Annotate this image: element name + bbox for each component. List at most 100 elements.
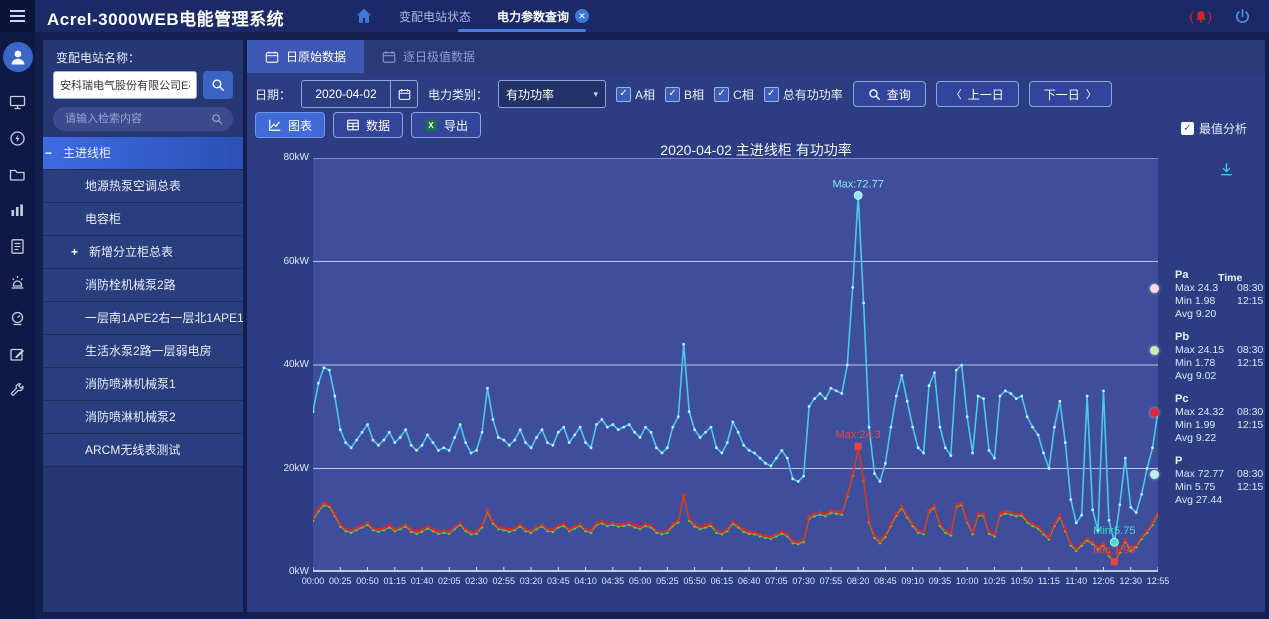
app-root: Acrel-3000WEB电能管理系统 变配电站状态 电力参数查询 ✕ () 变… bbox=[0, 0, 1269, 619]
monitor-icon[interactable] bbox=[9, 94, 26, 111]
close-tab-icon[interactable]: ✕ bbox=[575, 9, 589, 23]
chart-title: 2020-04-02 主进线柜 有功功率 bbox=[247, 140, 1265, 160]
bar-chart-icon[interactable] bbox=[9, 202, 26, 219]
legend-stat-row: Avg 9.02 bbox=[1175, 370, 1268, 383]
query-button-label: 查询 bbox=[887, 86, 911, 103]
phase-checkbox-label: A相 bbox=[635, 86, 655, 103]
line-chart-icon bbox=[268, 118, 282, 132]
chart-view-button[interactable]: 图表 bbox=[255, 112, 325, 138]
prev-day-button[interactable]: 〈 上一日 bbox=[936, 81, 1019, 107]
alarm-icon[interactable] bbox=[9, 274, 26, 291]
checkbox-check-icon: ✓ bbox=[616, 87, 631, 102]
legend-stat-row: Max 72.7708:30 bbox=[1175, 468, 1268, 481]
tree-item-label: 消防喷淋机械泵1 bbox=[85, 377, 176, 391]
excel-icon: X bbox=[424, 118, 438, 132]
phase-checkbox[interactable]: ✓B相 bbox=[665, 86, 704, 103]
header-tab-station-status[interactable]: 变配电站状态 bbox=[399, 8, 471, 25]
phase-checkboxes: ✓ A相 ✓B相 ✓C相 ✓总有功功率 bbox=[616, 86, 843, 103]
power-chart-svg[interactable]: Max:72.77Max:24.3Min:5.75Min:1.99 bbox=[313, 158, 1158, 572]
energy-icon[interactable] bbox=[9, 130, 26, 147]
download-icon[interactable] bbox=[1219, 162, 1234, 182]
tree-item[interactable]: ARCM无线表测试 bbox=[43, 434, 243, 467]
date-label: 日期： bbox=[255, 86, 291, 103]
tree-item-label: 生活水泵2路一层弱电房 bbox=[85, 344, 212, 358]
tab-daily-extremes-data[interactable]: 逐日极值数据 bbox=[364, 40, 493, 73]
avatar[interactable] bbox=[3, 42, 33, 72]
tree-item[interactable]: 消防喷淋机械泵2 bbox=[43, 401, 243, 434]
export-label: 导出 bbox=[444, 117, 468, 134]
phase-checkbox[interactable]: ✓总有功功率 bbox=[764, 86, 843, 103]
tree-item[interactable]: 地源热泵空调总表 bbox=[43, 170, 243, 203]
search-icon bbox=[211, 78, 225, 92]
tree-item-label: 新增分立柜总表 bbox=[89, 245, 173, 259]
phase-checkbox[interactable]: ✓ A相 bbox=[616, 86, 655, 103]
calendar-button[interactable] bbox=[390, 81, 417, 107]
chart-view-label: 图表 bbox=[288, 117, 312, 134]
power-icon[interactable] bbox=[1234, 8, 1251, 25]
svg-text:X: X bbox=[428, 121, 434, 130]
legend-stat-row: Max 24.308:30 bbox=[1175, 282, 1268, 295]
tree-item[interactable]: + 新增分立柜总表 bbox=[43, 236, 243, 269]
query-button[interactable]: 查询 bbox=[853, 81, 926, 107]
svg-text:Max:24.3: Max:24.3 bbox=[836, 429, 881, 441]
legend-item[interactable]: PbMax 24.1508:30Min 1.7812:15Avg 9.02 bbox=[1150, 330, 1268, 383]
tab-label: 日原始数据 bbox=[286, 48, 346, 65]
data-view-tabs: 日原始数据 逐日极值数据 bbox=[247, 40, 1265, 73]
legend-series-name: P bbox=[1175, 454, 1268, 468]
tab-daily-raw-data[interactable]: 日原始数据 bbox=[247, 40, 364, 73]
table-icon bbox=[346, 118, 360, 132]
chart-view-buttons: 图表 数据 X 导出 bbox=[255, 112, 481, 138]
tree-item-label: ARCM无线表测试 bbox=[85, 443, 180, 457]
tree-item[interactable]: 生活水泵2路一层弱电房 bbox=[43, 335, 243, 368]
tree-item[interactable]: −主进线柜 bbox=[43, 137, 243, 170]
tree-item-label: 消防喷淋机械泵2 bbox=[85, 410, 176, 424]
legend-dot-icon bbox=[1150, 284, 1159, 293]
home-icon[interactable] bbox=[355, 7, 373, 25]
export-button[interactable]: X 导出 bbox=[411, 112, 481, 138]
device-tree: −主进线柜地源热泵空调总表电容柜+ 新增分立柜总表消防栓机械泵2路一层南1APE2… bbox=[43, 137, 243, 467]
chevron-left-icon: 〈 bbox=[951, 86, 962, 102]
max-analysis-checkbox[interactable]: ✓ 最值分析 bbox=[1181, 120, 1247, 137]
phase-checkbox[interactable]: ✓C相 bbox=[714, 86, 754, 103]
tree-search-input[interactable] bbox=[63, 112, 211, 126]
legend-dot-icon bbox=[1150, 408, 1159, 417]
category-selected-value: 有功功率 bbox=[506, 86, 554, 103]
legend-stat-row: Avg 27.44 bbox=[1175, 494, 1268, 507]
header-tab-power-query[interactable]: 电力参数查询 ✕ bbox=[497, 8, 589, 25]
minus-icon[interactable]: − bbox=[45, 137, 59, 169]
tab-label: 逐日极值数据 bbox=[403, 48, 475, 65]
alarm-bell-icon[interactable]: () bbox=[1189, 9, 1212, 24]
tree-item[interactable]: 电容柜 bbox=[43, 203, 243, 236]
search-icon bbox=[868, 88, 881, 101]
category-select[interactable]: 有功功率 ▾ bbox=[498, 80, 606, 108]
meter-icon[interactable] bbox=[9, 310, 26, 327]
tree-item[interactable]: 一层南1APE2右一层北1APE1左 bbox=[43, 302, 243, 335]
menu-icon[interactable] bbox=[0, 0, 35, 32]
edit-icon[interactable] bbox=[9, 346, 26, 363]
report-icon[interactable] bbox=[9, 238, 26, 255]
tools-icon[interactable] bbox=[9, 382, 26, 399]
next-day-button[interactable]: 下一日 〉 bbox=[1029, 81, 1112, 107]
tree-item[interactable]: 消防栓机械泵2路 bbox=[43, 269, 243, 302]
query-toolbar: 日期： 电力类别： 有功功率 ▾ ✓ A相 ✓B相 ✓C相 ✓总有功功率 查询 〈 上一… bbox=[255, 80, 1257, 108]
legend-item[interactable]: PcMax 24.3208:30Min 1.9912:15Avg 9.22 bbox=[1150, 392, 1268, 445]
checkbox-check-icon: ✓ bbox=[1181, 122, 1194, 135]
calendar-icon bbox=[265, 50, 279, 64]
legend-item[interactable]: PaMax 24.308:30Min 1.9812:15Avg 9.20 bbox=[1150, 268, 1268, 321]
legend-stat-row: Max 24.1508:30 bbox=[1175, 344, 1268, 357]
archive-icon[interactable] bbox=[9, 166, 26, 183]
date-input[interactable] bbox=[302, 81, 390, 107]
category-label: 电力类别： bbox=[428, 86, 488, 103]
x-axis-labels: 00:0000:2500:5001:1501:4002:0502:3002:55… bbox=[313, 572, 1158, 590]
left-icon-rail bbox=[0, 32, 35, 619]
chevron-down-icon: ▾ bbox=[594, 89, 599, 100]
legend-item[interactable]: PMax 72.7708:30Min 5.7512:15Avg 27.44 bbox=[1150, 454, 1268, 507]
tree-item[interactable]: 消防喷淋机械泵1 bbox=[43, 368, 243, 401]
y-axis-tick-label: 60kW bbox=[257, 256, 309, 267]
station-search-button[interactable] bbox=[203, 71, 233, 99]
data-view-button[interactable]: 数据 bbox=[333, 112, 403, 138]
chart-legend: TimePaMax 24.308:30Min 1.9812:15Avg 9.20… bbox=[1150, 268, 1268, 516]
tree-search bbox=[53, 107, 233, 131]
plus-icon[interactable]: + bbox=[71, 236, 85, 268]
station-name-input[interactable] bbox=[53, 71, 197, 99]
